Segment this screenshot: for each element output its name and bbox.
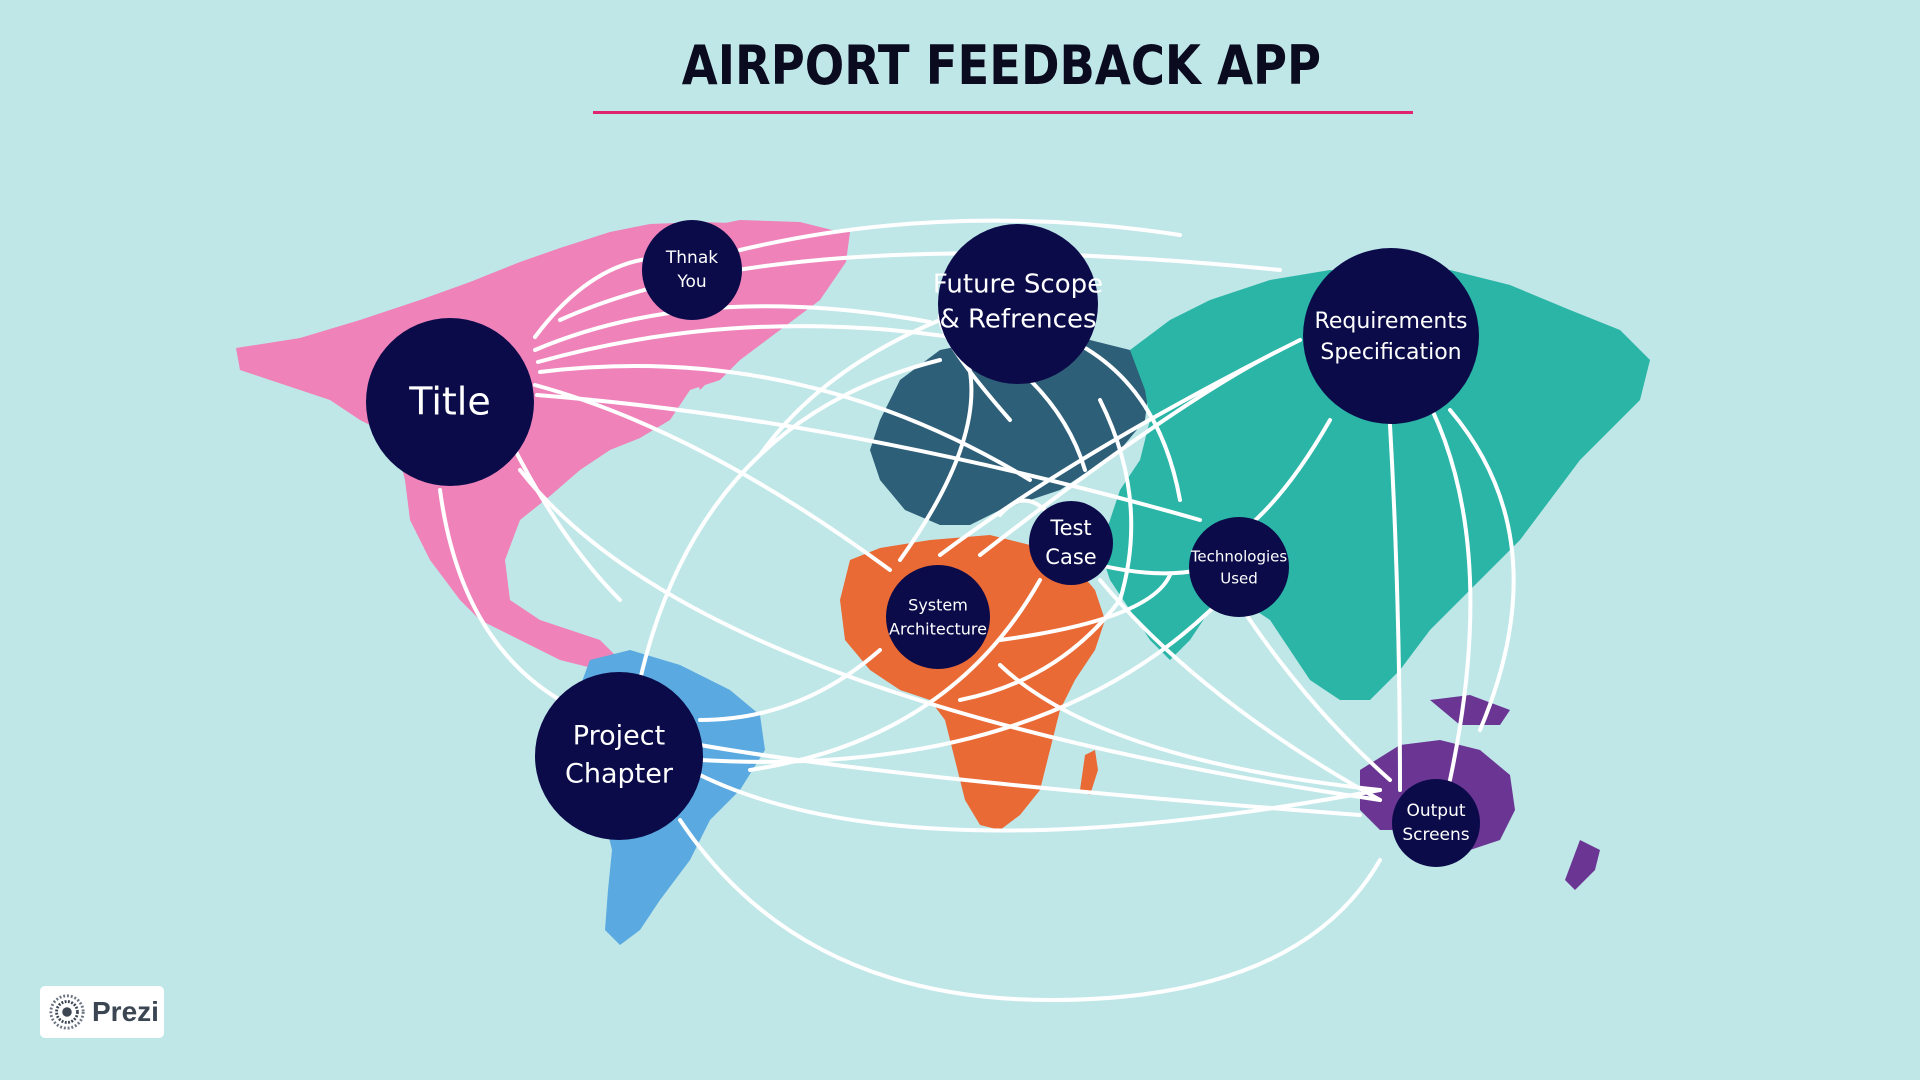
node-future-scope-label-line1: Future Scope <box>933 270 1103 300</box>
madagascar-shape <box>1080 750 1098 795</box>
node-thank-you[interactable]: Thnak You <box>642 220 742 320</box>
node-future-scope-label-line2: & Refrences <box>939 305 1096 335</box>
node-project-chapter[interactable]: Project Chapter <box>535 672 703 840</box>
node-requirements-label-line2: Specification <box>1320 340 1461 365</box>
node-requirements[interactable]: Requirements Specification <box>1303 248 1479 424</box>
node-technologies[interactable]: Technologies Used <box>1189 517 1289 617</box>
new-zealand-shape <box>1565 840 1600 890</box>
node-system-architecture-label-line1: System <box>908 596 968 615</box>
node-technologies-label-line2: Used <box>1220 570 1258 588</box>
new-guinea-shape <box>1430 695 1510 725</box>
node-test-case-label-line1: Test <box>1049 516 1091 540</box>
node-output-screens[interactable]: Output Screens <box>1392 779 1480 867</box>
node-technologies-label-line1: Technologies <box>1190 548 1288 566</box>
node-test-case-label-line2: Case <box>1045 545 1096 569</box>
prezi-badge[interactable]: Prezi <box>40 986 164 1038</box>
node-project-chapter-label-line2: Chapter <box>565 759 674 790</box>
node-output-screens-label-line1: Output <box>1406 801 1465 821</box>
node-test-case[interactable]: Test Case <box>1029 501 1113 585</box>
node-title-label: Title <box>408 380 490 424</box>
node-requirements-label-line1: Requirements <box>1315 309 1468 334</box>
prezi-brand-label: Prezi <box>92 996 159 1027</box>
node-project-chapter-label-line1: Project <box>573 721 665 752</box>
node-system-architecture[interactable]: System Architecture <box>886 565 990 669</box>
node-output-screens-label-line2: Screens <box>1402 825 1469 845</box>
prezi-logo-icon <box>49 994 85 1030</box>
node-thank-you-label-line2: You <box>676 272 706 292</box>
arc <box>678 818 1382 1003</box>
node-title[interactable]: Title <box>366 318 534 486</box>
node-system-architecture-label-line2: Architecture <box>889 620 987 639</box>
world-map-diagram: Title Thnak You Future Scope & Refrences… <box>236 218 1650 1003</box>
node-thank-you-label-line1: Thnak <box>665 248 718 268</box>
